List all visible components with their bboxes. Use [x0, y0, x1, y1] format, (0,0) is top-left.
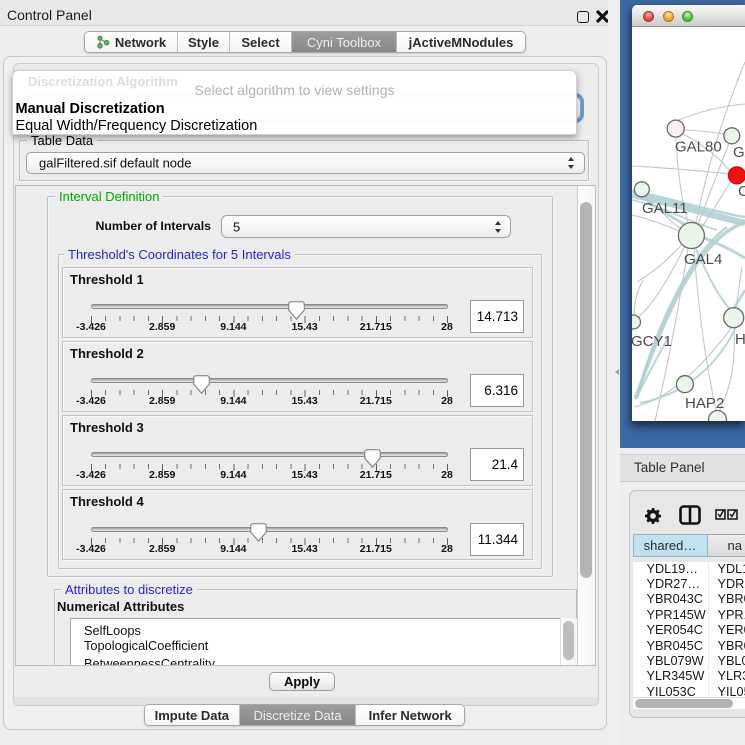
- svg-text:GAL80: GAL80: [675, 139, 722, 156]
- svg-text:GAL4: GAL4: [684, 251, 722, 268]
- svg-text:GA: GA: [733, 144, 745, 161]
- svg-text:CY: CY: [738, 183, 745, 200]
- svg-text:GAL11: GAL11: [642, 200, 688, 217]
- svg-text:H: H: [735, 331, 745, 348]
- svg-text:HAP2: HAP2: [685, 395, 724, 412]
- svg-text:GCY1: GCY1: [632, 333, 672, 350]
